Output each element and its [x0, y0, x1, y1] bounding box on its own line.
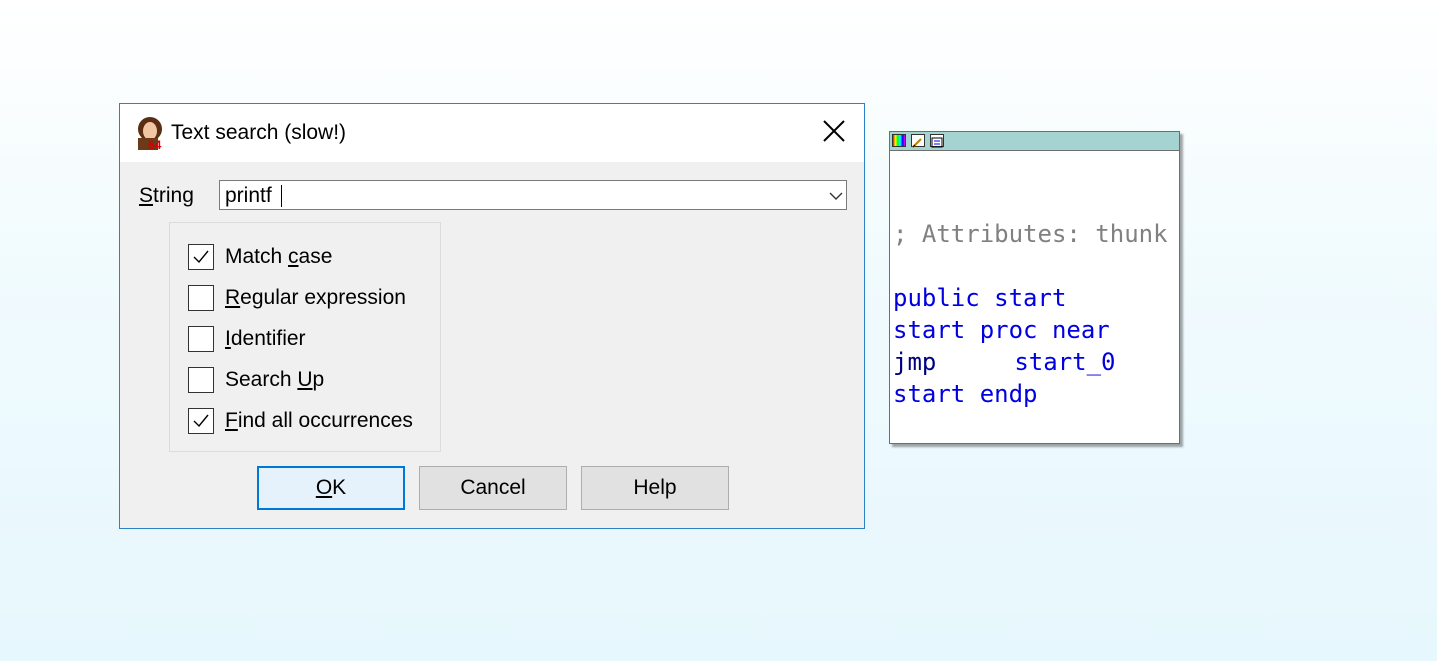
node-header	[890, 132, 1179, 151]
text-search-dialog: 64 Text search (slow!) String Match case	[119, 103, 865, 529]
dropdown-arrow[interactable]	[826, 181, 846, 209]
search-up-label: Search Up	[225, 368, 325, 391]
text-caret	[281, 185, 282, 207]
checkmark-icon	[193, 250, 209, 264]
comment-line: ; Attributes: thunk	[893, 220, 1168, 248]
close-icon	[823, 120, 845, 142]
ida-app-icon: 64	[134, 116, 166, 152]
help-button[interactable]: Help	[581, 466, 729, 510]
dialog-title: Text search (slow!)	[171, 121, 347, 144]
jmp-mnemonic: jmp	[893, 348, 937, 376]
node-color-icon[interactable]	[892, 134, 906, 147]
cancel-button[interactable]: Cancel	[419, 466, 567, 510]
node-rename-icon[interactable]	[911, 134, 925, 148]
code-line-jmp: jmp start_0	[893, 346, 1116, 378]
identifier-checkbox[interactable]	[188, 326, 214, 352]
code-line-public: public start	[893, 284, 1067, 312]
options-group: Match case Regular expression Identifier…	[169, 222, 441, 452]
close-button[interactable]	[820, 117, 848, 145]
match-case-checkbox[interactable]	[188, 244, 214, 270]
ok-button[interactable]: OK	[257, 466, 405, 510]
svg-text:64: 64	[148, 138, 162, 150]
string-combobox[interactable]	[219, 180, 847, 210]
node-group-icon[interactable]	[930, 134, 944, 148]
regular-expression-checkbox[interactable]	[188, 285, 214, 311]
dialog-titlebar: 64 Text search (slow!)	[120, 104, 864, 162]
jmp-operand: start_0	[1014, 348, 1116, 376]
find-all-occurrences-checkbox[interactable]	[188, 408, 214, 434]
disassembly-graph-node[interactable]: ; Attributes: thunk public start start p…	[889, 131, 1180, 444]
regular-expression-label: Regular expression	[225, 286, 406, 309]
checkmark-icon	[193, 414, 209, 428]
code-line-endp: start endp	[893, 380, 1038, 408]
identifier-label: Identifier	[225, 327, 306, 350]
string-label: String	[139, 184, 194, 207]
search-up-checkbox[interactable]	[188, 367, 214, 393]
chevron-down-icon	[829, 192, 843, 200]
code-line-proc: start proc near	[893, 316, 1110, 344]
match-case-label: Match case	[225, 245, 333, 268]
string-input[interactable]	[225, 184, 816, 208]
find-all-occurrences-label: Find all occurrences	[225, 409, 413, 432]
